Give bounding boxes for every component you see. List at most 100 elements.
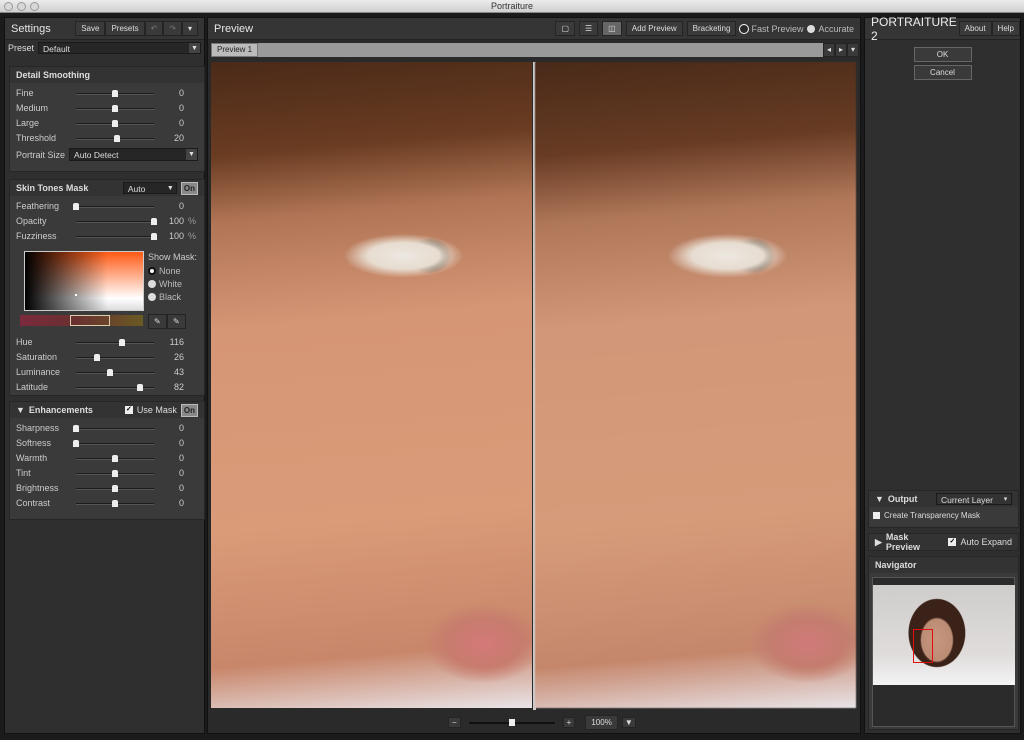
expand-triangle-icon[interactable]: ▶: [875, 537, 882, 548]
slider-track[interactable]: [73, 203, 154, 210]
auto-expand-checkbox[interactable]: ✓: [948, 538, 957, 546]
hue-range-handle[interactable]: [70, 315, 110, 326]
original-preview-image[interactable]: [211, 62, 532, 708]
slider-track[interactable]: [73, 425, 154, 432]
slider-track[interactable]: [76, 485, 154, 492]
slider-track[interactable]: [76, 500, 154, 507]
zoom-dropdown-icon[interactable]: ▼: [621, 717, 636, 728]
slider-track[interactable]: [76, 135, 154, 142]
slider-thumb[interactable]: [107, 369, 114, 376]
settings-header: Settings Save Presets ↶ ↷ ▾: [5, 18, 204, 40]
show-mask-radio-none[interactable]: None: [148, 264, 197, 277]
close-window-button[interactable]: [4, 2, 13, 11]
zoom-level[interactable]: 100%: [585, 715, 618, 730]
accurate-radio[interactable]: Accurate: [807, 22, 854, 35]
slider-track[interactable]: [76, 105, 154, 112]
slider-value: 82: [173, 382, 184, 392]
slider-thumb[interactable]: [136, 384, 143, 391]
save-button[interactable]: Save: [75, 21, 106, 36]
show-mask-label: Show Mask:: [148, 252, 198, 262]
next-tab-icon[interactable]: ▸: [834, 43, 847, 57]
eyedropper-icon[interactable]: ✎: [148, 314, 167, 329]
navigator-thumbnail[interactable]: [873, 585, 1015, 685]
cancel-button[interactable]: Cancel: [913, 65, 972, 80]
slider-label: Threshold: [16, 133, 57, 143]
slider-row-opacity: Opacity 100%: [10, 214, 204, 229]
retouched-preview-image[interactable]: [535, 62, 856, 708]
add-preview-button[interactable]: Add Preview: [625, 21, 683, 36]
color-picker[interactable]: [24, 251, 144, 311]
slider-label: Fine: [16, 88, 34, 98]
enhancements-on-toggle[interactable]: On: [180, 403, 198, 417]
slider-thumb[interactable]: [119, 339, 126, 346]
use-mask-checkbox[interactable]: ✓: [124, 406, 133, 414]
portrait-size-dropdown[interactable]: Auto Detect ▼: [69, 148, 198, 161]
preset-dropdown[interactable]: Default ▼: [38, 42, 201, 54]
slider-thumb[interactable]: [112, 105, 118, 112]
slider-thumb[interactable]: [94, 354, 101, 361]
slider-thumb[interactable]: [151, 218, 157, 225]
help-button[interactable]: Help: [991, 21, 1020, 36]
presets-button[interactable]: Presets: [105, 21, 145, 36]
slider-thumb[interactable]: [73, 425, 79, 432]
slider-thumb[interactable]: [113, 135, 120, 142]
slider-track[interactable]: [76, 339, 154, 346]
show-mask-radio-black[interactable]: Black: [148, 290, 197, 303]
slider-track[interactable]: [73, 440, 154, 447]
collapse-triangle-icon[interactable]: ▼: [16, 405, 25, 415]
chevron-down-icon: ▼: [189, 43, 200, 53]
skin-mode-dropdown[interactable]: Auto ▼: [122, 182, 177, 194]
undo-icon[interactable]: ↶: [144, 21, 164, 36]
navigator-viewport-box[interactable]: [913, 629, 933, 663]
tab-menu-icon[interactable]: ▾: [846, 43, 859, 57]
slider-unit: %: [187, 216, 196, 226]
skin-on-toggle[interactable]: On: [180, 181, 198, 195]
slider-track[interactable]: [76, 470, 154, 477]
zoom-out-button[interactable]: −: [448, 717, 461, 728]
slider-track[interactable]: [76, 369, 154, 376]
show-mask-radio-white[interactable]: White: [148, 277, 197, 290]
slider-thumb[interactable]: [73, 440, 79, 447]
slider-track[interactable]: [76, 384, 154, 391]
output-title: Output: [887, 494, 918, 504]
redo-icon[interactable]: ↷: [163, 21, 182, 36]
zoom-slider[interactable]: [468, 718, 555, 726]
prev-tab-icon[interactable]: ◂: [822, 43, 835, 57]
slider-thumb[interactable]: [112, 485, 118, 492]
slider-value: 20: [173, 133, 184, 143]
settings-menu-button[interactable]: ▾: [181, 21, 198, 36]
slider-track[interactable]: [76, 233, 157, 240]
minimize-window-button[interactable]: [17, 2, 26, 11]
zoom-window-button[interactable]: [30, 2, 39, 11]
slider-thumb[interactable]: [151, 233, 157, 240]
split-horizontal-icon[interactable]: ☰: [579, 21, 599, 36]
slider-thumb[interactable]: [112, 455, 118, 462]
slider-thumb[interactable]: [112, 90, 118, 97]
zoom-in-button[interactable]: +: [562, 717, 576, 728]
mask-preview-section: ▶ Mask Preview ✓ Auto Expand: [868, 532, 1019, 552]
slider-row-softness: Softness 0: [10, 436, 204, 451]
hue-range-bar[interactable]: [20, 315, 143, 326]
transparency-checkbox[interactable]: [873, 512, 880, 519]
single-view-icon[interactable]: ▢: [555, 21, 575, 36]
output-dropdown[interactable]: Current Layer ▾: [936, 493, 1012, 505]
slider-track[interactable]: [76, 455, 154, 462]
eyedropper-add-icon[interactable]: ✎: [167, 314, 186, 329]
ok-button[interactable]: OK: [913, 47, 972, 62]
slider-track[interactable]: [76, 218, 157, 225]
slider-row-warmth: Warmth 0: [10, 451, 204, 466]
slider-thumb[interactable]: [112, 120, 118, 127]
slider-thumb[interactable]: [73, 203, 79, 210]
slider-track[interactable]: [76, 90, 154, 97]
collapse-triangle-icon[interactable]: ▼: [875, 494, 884, 504]
split-vertical-icon[interactable]: ◫: [602, 21, 622, 36]
tab-preview-1[interactable]: Preview 1: [211, 43, 259, 57]
slider-thumb[interactable]: [112, 500, 118, 507]
fast-preview-radio[interactable]: Fast Preview: [740, 22, 803, 35]
bracketing-button[interactable]: Bracketing: [686, 21, 737, 36]
about-button[interactable]: About: [958, 21, 992, 36]
zoom-slider-thumb[interactable]: [508, 718, 515, 726]
slider-thumb[interactable]: [112, 470, 118, 477]
slider-track[interactable]: [76, 354, 154, 361]
slider-track[interactable]: [76, 120, 154, 127]
